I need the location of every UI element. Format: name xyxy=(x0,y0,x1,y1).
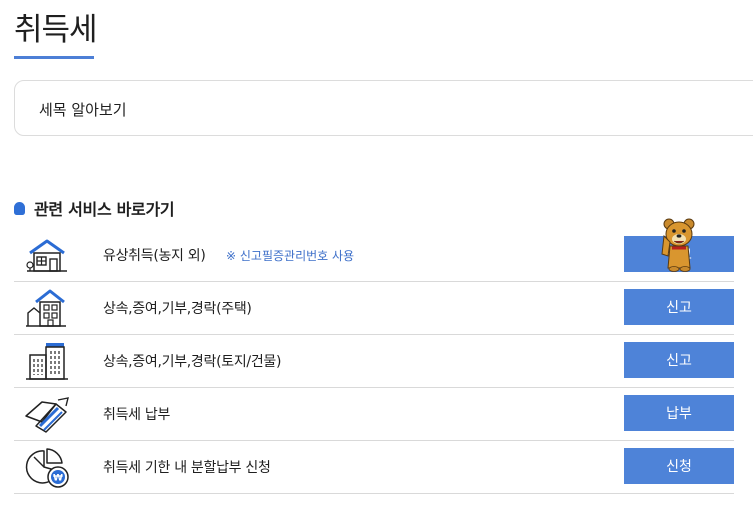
house-icon xyxy=(26,239,67,272)
pie-chart-won-icon: ₩ xyxy=(25,448,69,488)
page-title: 취득세 xyxy=(14,12,98,48)
service-row: 취득세 납부 납부 xyxy=(14,388,734,441)
card-payment-icon xyxy=(25,397,69,433)
bear-mascot-icon xyxy=(661,218,695,272)
service-row: 상속,증여,기부,경락(토지/건물) 신고 xyxy=(14,335,734,388)
title-underline xyxy=(14,56,94,59)
tax-info-box[interactable]: 세목 알아보기 xyxy=(14,80,753,136)
pay-button[interactable]: 납부 xyxy=(624,395,734,431)
bullet-icon xyxy=(14,201,25,215)
service-row: ₩ 취득세 기한 내 분할납부 신청 신청 xyxy=(14,441,734,494)
service-label: 상속,증여,기부,경락(주택) xyxy=(103,301,252,317)
service-row: 유상취득(농지 외) ※ 신고필증관리번호 사용 신고 xyxy=(14,229,734,282)
service-list: 유상취득(농지 외) ※ 신고필증관리번호 사용 신고 상속,증여,기부,경락(… xyxy=(14,229,734,494)
office-building-icon xyxy=(26,343,68,380)
service-note: ※ 신고필증관리번호 사용 xyxy=(226,248,355,263)
report-button[interactable]: 신고 xyxy=(624,342,734,378)
report-button[interactable]: 신고 xyxy=(624,289,734,325)
service-row: 상속,증여,기부,경락(주택) 신고 xyxy=(14,282,734,335)
section-heading: 관련 서비스 바로가기 xyxy=(14,196,175,220)
service-label: 유상취득(농지 외) xyxy=(103,248,206,264)
service-label: 취득세 납부 xyxy=(103,407,171,423)
service-label: 취득세 기한 내 분할납부 신청 xyxy=(103,460,271,476)
building-house-icon xyxy=(26,289,66,327)
section-title: 관련 서비스 바로가기 xyxy=(34,200,175,219)
tax-info-label[interactable]: 세목 알아보기 xyxy=(39,99,127,120)
svg-text:₩: ₩ xyxy=(53,474,63,484)
apply-button[interactable]: 신청 xyxy=(624,448,734,484)
service-label: 상속,증여,기부,경락(토지/건물) xyxy=(103,354,282,370)
